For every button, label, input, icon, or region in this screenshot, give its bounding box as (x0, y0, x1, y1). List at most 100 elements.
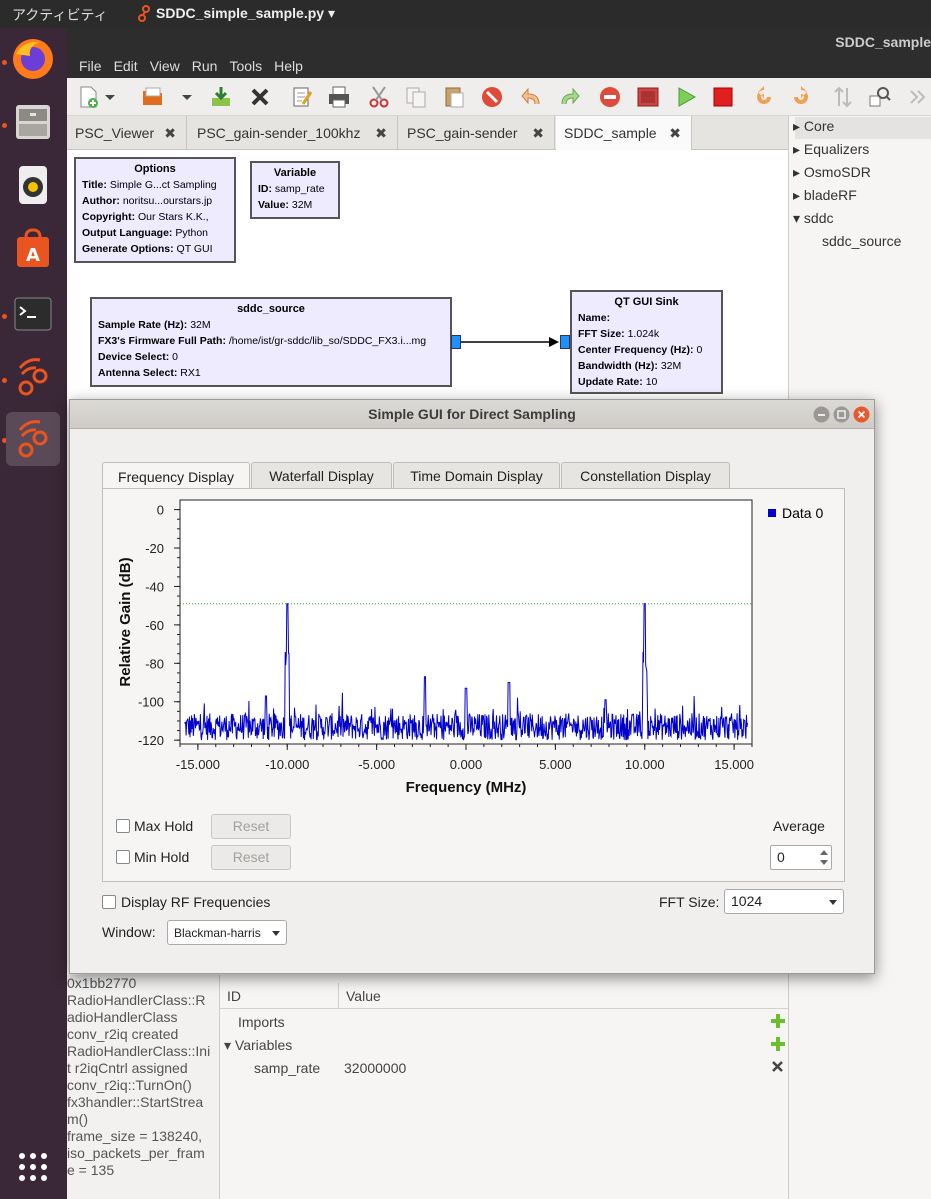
input-port[interactable] (560, 335, 570, 349)
add-variable-icon[interactable] (770, 1036, 786, 1052)
y-tick-label: -20 (145, 541, 164, 556)
min-hold-checkbox[interactable] (116, 850, 130, 864)
menu-tools[interactable]: Tools (223, 58, 268, 74)
tab-waterfall-display[interactable]: Waterfall Display (251, 462, 392, 489)
menu-help[interactable]: Help (268, 58, 309, 74)
stop-icon[interactable] (710, 84, 736, 110)
rhythmbox-icon[interactable] (6, 158, 60, 212)
tree-item-bladerf[interactable]: ▸ bladeRF (793, 187, 857, 204)
cut-icon[interactable] (366, 84, 392, 110)
qt-gui-sink-block[interactable]: QT GUI Sink Name: FFT Size: 1.024k Cente… (570, 290, 723, 394)
legend-swatch (768, 509, 776, 517)
tab-time-domain-display[interactable]: Time Domain Display (393, 462, 560, 489)
fft-size-select[interactable]: 1024 (724, 889, 844, 914)
average-spinbox[interactable]: 0 (770, 845, 832, 870)
print-icon[interactable] (326, 84, 352, 110)
tree-item-core[interactable]: ▸ Core (793, 118, 834, 135)
menu-file[interactable]: File (73, 58, 108, 74)
tab-psc-viewer[interactable]: PSC_Viewer ✖ (67, 116, 187, 150)
redo-icon[interactable] (556, 84, 582, 110)
find-block-icon[interactable] (867, 84, 893, 110)
block-param: Center Frequency (Hz): 0 (578, 344, 703, 356)
tree-item-sddc-source[interactable]: sddc_source (822, 233, 901, 249)
close-tab-icon[interactable]: ✖ (669, 125, 681, 142)
variable-value[interactable]: 32000000 (344, 1060, 406, 1076)
app-menu[interactable]: SDDC_simple_sample.py ▾ (156, 5, 335, 22)
more-tools-icon[interactable] (905, 84, 931, 110)
variable-block[interactable]: Variable ID: samp_rate Value: 32M (250, 161, 340, 219)
open-dropdown-icon[interactable] (180, 84, 194, 110)
console-line: e = 135 (67, 1162, 115, 1178)
column-value[interactable]: Value (346, 988, 381, 1004)
open-file-icon[interactable] (140, 84, 166, 110)
tab-sddc-sample[interactable]: SDDC_sample ✖ (556, 116, 692, 150)
add-import-icon[interactable] (770, 1013, 786, 1029)
options-block[interactable]: Options Title: Simple G...ct Sampling Au… (74, 157, 236, 263)
min-hold-reset-button[interactable]: Reset (211, 845, 291, 870)
execute-icon[interactable] (673, 84, 699, 110)
chevron-down-icon (829, 900, 837, 905)
sddc-source-block[interactable]: sddc_source Sample Rate (Hz): 32M FX3's … (90, 297, 452, 387)
rotate-ccw-icon[interactable] (751, 84, 777, 110)
menu-view[interactable]: View (144, 58, 186, 74)
close-tab-icon[interactable]: ✖ (164, 125, 176, 142)
menu-edit[interactable]: Edit (108, 58, 144, 74)
move-icon[interactable] (830, 84, 856, 110)
console-line: frame_size = 138240, (67, 1128, 203, 1144)
tree-item-equalizers[interactable]: ▸ Equalizers (793, 141, 869, 158)
y-tick-label: -100 (138, 695, 164, 710)
remove-variable-icon[interactable] (771, 1060, 784, 1073)
copy-icon[interactable] (403, 84, 429, 110)
new-file-icon[interactable] (75, 84, 101, 110)
files-icon[interactable] (6, 95, 60, 149)
show-apps-icon[interactable] (6, 1140, 60, 1194)
tab-psc-gain-sender-100khz[interactable]: PSC_gain-sender_100khz ✖ (189, 116, 398, 150)
close-window-icon[interactable] (853, 406, 870, 423)
delete-icon[interactable] (479, 84, 505, 110)
tree-item-osmosdr[interactable]: ▸ OsmoSDR (793, 164, 871, 181)
close-tab-icon[interactable]: ✖ (375, 125, 387, 142)
menu-run[interactable]: Run (186, 58, 224, 74)
connection-line (461, 337, 559, 347)
tab-psc-gain-sender[interactable]: PSC_gain-sender ✖ (399, 116, 555, 150)
display-rf-frequencies-checkbox[interactable] (102, 895, 116, 909)
tab-label: PSC_gain-sender_100khz (197, 125, 361, 141)
maximize-icon[interactable] (833, 406, 850, 423)
frequency-display-pane: 0 -20 -40 -60 -80 -100 -120 -15.000 -10.000 -5.00… (102, 488, 845, 882)
output-port[interactable] (451, 335, 461, 349)
disable-block-icon[interactable] (597, 84, 623, 110)
tab-frequency-display[interactable]: Frequency Display (102, 462, 250, 490)
block-param: FX3's Firmware Full Path: /home/ist/gr-s… (98, 335, 427, 347)
column-id[interactable]: ID (227, 988, 241, 1004)
max-hold-checkbox[interactable] (116, 819, 130, 833)
gnuradio-companion-icon[interactable] (6, 412, 60, 466)
terminal-icon[interactable] (6, 288, 60, 342)
minimize-icon[interactable] (813, 406, 830, 423)
properties-icon[interactable] (289, 84, 315, 110)
undo-icon[interactable] (519, 84, 545, 110)
y-tick-label: -80 (145, 656, 164, 671)
max-hold-label: Max Hold (134, 818, 194, 834)
close-icon[interactable] (247, 84, 273, 110)
frequency-plot[interactable]: 0 -20 -40 -60 -80 -100 -120 -15.000 -10.000 -5.00… (103, 489, 844, 799)
generate-icon[interactable] (635, 84, 661, 110)
firefox-icon[interactable] (6, 32, 60, 86)
window-select[interactable]: Blackman-harris (167, 920, 287, 945)
imports-row[interactable]: Imports (238, 1014, 285, 1030)
close-tab-icon[interactable]: ✖ (532, 125, 544, 142)
activities-button[interactable]: アクティビティ (12, 5, 108, 25)
rotate-cw-icon[interactable] (788, 84, 814, 110)
save-icon[interactable] (208, 84, 234, 110)
spin-arrows-icon[interactable] (818, 847, 830, 868)
dialog-titlebar[interactable]: Simple GUI for Direct Sampling (70, 400, 874, 429)
software-center-icon[interactable]: A (6, 223, 60, 277)
tree-item-sddc[interactable]: ▾ sddc (793, 210, 834, 227)
variables-row[interactable]: ▾ Variables (224, 1037, 292, 1054)
tab-constellation-display[interactable]: Constellation Display (561, 462, 730, 489)
block-param: Antenna Select: RX1 (98, 367, 201, 379)
max-hold-reset-button[interactable]: Reset (211, 814, 291, 839)
gnuradio-icon[interactable] (6, 350, 60, 404)
paste-icon[interactable] (441, 84, 467, 110)
variable-name[interactable]: samp_rate (254, 1060, 320, 1076)
new-file-dropdown-icon[interactable] (103, 84, 117, 110)
